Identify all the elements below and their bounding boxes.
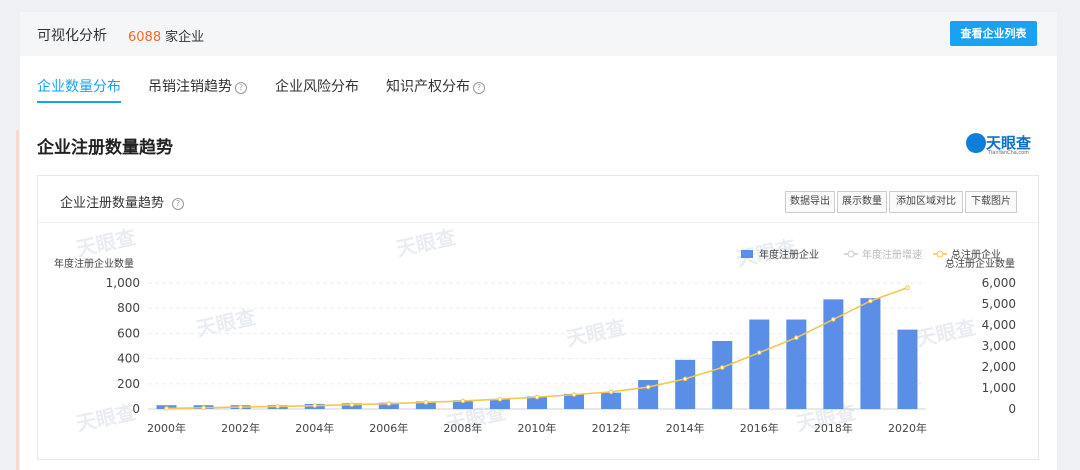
line-point bbox=[460, 398, 466, 404]
chart-svg: 天眼查 天眼查 天眼查天眼查 天眼查 天眼查天眼查 天眼查 天眼查0200400600800… bbox=[54, 225, 1016, 436]
watermark-text: 天眼查 bbox=[194, 305, 258, 341]
tab-revocation-trend[interactable]: 吊销注销趋势? bbox=[148, 76, 247, 96]
section-title: 企业注册数量趋势 bbox=[37, 138, 173, 158]
tab-label: 企业数量分布 bbox=[37, 79, 121, 95]
logo-mark-icon bbox=[966, 133, 986, 153]
line-point bbox=[201, 405, 206, 411]
bar bbox=[601, 392, 622, 409]
line-point bbox=[905, 285, 910, 291]
x-tick-label: 2008年 bbox=[443, 421, 482, 435]
line-point bbox=[386, 401, 392, 406]
legend-annual-growth-marker-dot bbox=[847, 250, 855, 258]
section-accent-bar bbox=[16, 130, 19, 470]
y-tick-label-left: 800 bbox=[117, 301, 140, 315]
legend-annual-registered: 年度注册企业 bbox=[759, 248, 819, 261]
chart-card: 企业注册数量趋势? 数据导出 展示数量 添加区域对比 下载图片 天眼查 天眼查 天眼… bbox=[37, 175, 1039, 460]
y-tick-label-right: 2,000 bbox=[982, 360, 1016, 374]
company-count-suffix: 家企业 bbox=[165, 30, 205, 45]
legend-annual-growth: 年度注册增速 bbox=[862, 248, 922, 261]
line-point bbox=[164, 406, 169, 411]
x-tick-label: 2012年 bbox=[592, 421, 631, 435]
x-tick-label: 2002年 bbox=[221, 421, 260, 435]
y-tick-label-left: 1,000 bbox=[106, 276, 140, 290]
x-tick-label: 2006年 bbox=[369, 421, 408, 435]
tab-company-distribution[interactable]: 企业数量分布 bbox=[37, 76, 121, 103]
line-point bbox=[423, 400, 429, 405]
tab-label: 知识产权分布 bbox=[386, 79, 470, 95]
bar bbox=[897, 329, 918, 409]
y-tick-label-right: 0 bbox=[1008, 402, 1016, 416]
legend-annual-registered-marker bbox=[741, 250, 753, 258]
view-company-list-button[interactable]: 查看企业列表 bbox=[950, 21, 1037, 46]
y-tick-label-left: 600 bbox=[117, 326, 140, 340]
x-tick-label: 2018年 bbox=[814, 421, 853, 435]
watermark-text: 天眼查 bbox=[914, 315, 978, 351]
tab-risk-distribution[interactable]: 企业风险分布 bbox=[275, 76, 359, 96]
logo-subtext: TianYanCha.com bbox=[988, 150, 1030, 156]
y-tick-label-right: 6,000 bbox=[982, 276, 1016, 290]
y-axis-title-left: 年度注册企业数量 bbox=[54, 257, 134, 270]
legend-total-registered-marker-dot bbox=[936, 250, 944, 258]
tianyancha-logo: 天眼查 TianYanCha.com bbox=[966, 130, 1042, 158]
bar bbox=[786, 319, 807, 409]
watermark-text: 天眼查 bbox=[74, 225, 138, 261]
company-count: 6088 家企业 bbox=[128, 26, 204, 45]
line-point bbox=[608, 389, 614, 395]
line-point bbox=[238, 404, 243, 410]
tab-label: 企业风险分布 bbox=[275, 79, 359, 95]
watermark-text: 天眼查 bbox=[74, 400, 138, 436]
x-tick-label: 2000年 bbox=[147, 421, 186, 435]
line-point bbox=[831, 317, 836, 322]
analysis-panel: 可视化分析 6088 家企业 查看企业列表 企业数量分布 吊销注销趋势? 企业风险… bbox=[16, 12, 1057, 470]
line-point bbox=[794, 335, 799, 341]
help-icon: ? bbox=[235, 82, 247, 94]
y-tick-label-left: 0 bbox=[132, 402, 140, 416]
line-point bbox=[868, 298, 873, 304]
bar bbox=[638, 380, 659, 409]
line-point bbox=[312, 403, 318, 408]
x-tick-label: 2016年 bbox=[740, 421, 779, 435]
line-point bbox=[497, 396, 503, 402]
y-tick-label-right: 3,000 bbox=[982, 339, 1016, 353]
x-tick-label: 2010年 bbox=[518, 421, 557, 435]
line-point bbox=[756, 350, 762, 355]
line-point bbox=[275, 404, 280, 409]
line-point bbox=[645, 384, 651, 390]
y-tick-label-left: 200 bbox=[117, 377, 140, 391]
watermark-text: 天眼查 bbox=[394, 225, 458, 261]
y-tick-label-right: 1,000 bbox=[982, 381, 1016, 395]
y-tick-label-right: 5,000 bbox=[982, 297, 1016, 311]
line-point bbox=[682, 376, 688, 382]
company-count-number: 6088 bbox=[128, 30, 162, 45]
bar bbox=[860, 298, 881, 409]
x-tick-label: 2014年 bbox=[666, 421, 705, 435]
y-tick-label-left: 400 bbox=[117, 352, 140, 366]
bar bbox=[712, 340, 733, 409]
line-point bbox=[349, 402, 355, 407]
line-point bbox=[719, 365, 725, 370]
page-title: 可视化分析 bbox=[37, 28, 107, 44]
bar bbox=[675, 359, 696, 409]
bar bbox=[749, 319, 770, 409]
help-icon: ? bbox=[473, 82, 485, 94]
x-tick-label: 2004年 bbox=[295, 421, 334, 435]
line-point bbox=[571, 392, 577, 397]
top-bar: 可视化分析 6088 家企业 查看企业列表 bbox=[20, 12, 1057, 56]
tab-label: 吊销注销趋势 bbox=[148, 79, 232, 95]
tab-ip-distribution[interactable]: 知识产权分布? bbox=[386, 76, 485, 96]
legend-total-registered: 总注册企业 bbox=[951, 248, 1001, 261]
line-point bbox=[534, 394, 540, 400]
x-tick-label: 2020年 bbox=[888, 421, 927, 435]
y-tick-label-right: 4,000 bbox=[982, 318, 1016, 332]
